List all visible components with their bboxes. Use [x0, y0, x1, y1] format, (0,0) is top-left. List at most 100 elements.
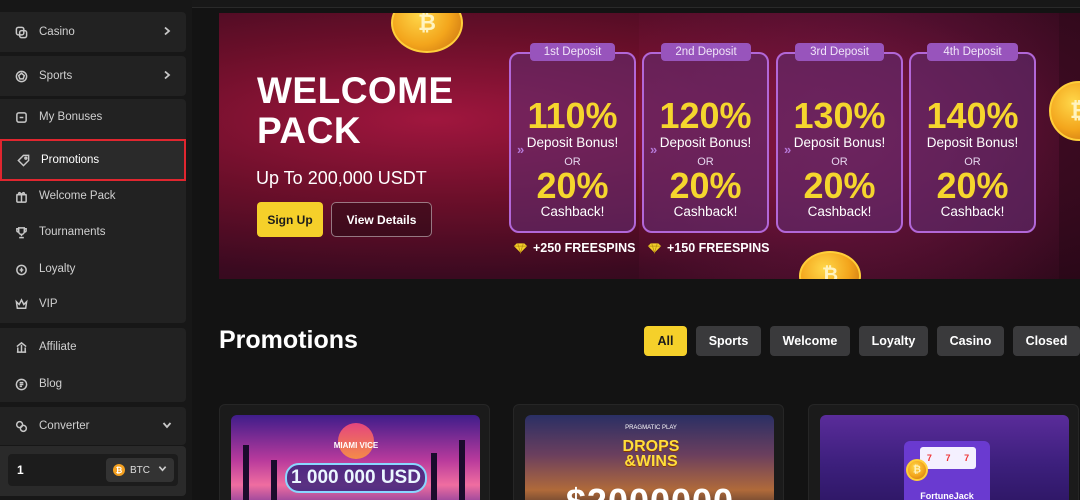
- deposit-card-2: 120% Deposit Bonus! OR 20% Cashback!: [642, 52, 769, 233]
- drops-wins-logo: DROPS &WINS: [622, 438, 680, 470]
- sidebar-item-label: Sports: [39, 70, 73, 82]
- bonus-icon: [14, 110, 28, 124]
- deposit-tab-1: 1st Deposit: [530, 43, 615, 61]
- sidebar-item-affiliate[interactable]: Affiliate: [0, 330, 186, 364]
- palm-shape: [243, 445, 249, 500]
- crown-icon: [14, 297, 28, 311]
- btc-coin-icon: ₿: [113, 464, 125, 476]
- filter-all-button[interactable]: All: [644, 326, 687, 356]
- sidebar-item-promotions[interactable]: Promotions: [0, 139, 186, 181]
- banner-subtitle: Up To 200,000 USDT: [256, 168, 427, 188]
- sidebar-item-vip[interactable]: VIP: [0, 287, 186, 321]
- sign-up-button[interactable]: Sign Up: [257, 202, 323, 237]
- promo-amount: 1 000 000 USD: [285, 463, 427, 493]
- sidebar-item-label: Affiliate: [39, 341, 77, 353]
- view-details-button[interactable]: View Details: [331, 202, 432, 237]
- tag-icon: [16, 153, 30, 167]
- freespins-label: +150 FREESPINS: [667, 241, 770, 255]
- deposit-percent: 110%: [527, 95, 618, 136]
- sidebar-item-label: My Bonuses: [39, 111, 103, 123]
- freespins-label: +250 FREESPINS: [533, 241, 636, 255]
- affiliate-icon: [14, 340, 28, 354]
- promo-image: 777 ₿ FortuneJack: [820, 415, 1069, 500]
- deposit-card-1: 110% Deposit Bonus! OR 20% Cashback!: [509, 52, 636, 233]
- blog-icon: [14, 377, 28, 391]
- palm-shape: [271, 460, 277, 500]
- casino-icon: [14, 25, 28, 39]
- cashback-percent: 20%: [803, 165, 876, 206]
- filter-closed-button[interactable]: Closed: [1013, 326, 1080, 356]
- palm-shape: [431, 453, 437, 500]
- deposit-bonus-label: Deposit Bonus!: [926, 135, 1019, 150]
- sidebar-item-tournaments[interactable]: Tournaments: [0, 215, 186, 249]
- deposit-bonus-label: Deposit Bonus!: [793, 135, 886, 150]
- sidebar-item-converter[interactable]: Converter: [0, 409, 186, 443]
- filter-welcome-button[interactable]: Welcome: [770, 326, 850, 356]
- cashback-label: Cashback!: [540, 204, 605, 219]
- loyalty-icon: [14, 262, 28, 276]
- sidebar: Casino Sports My Bonuses Promotions Welc…: [0, 0, 192, 500]
- cashback-label: Cashback!: [940, 204, 1005, 219]
- sidebar-item-loyalty[interactable]: Loyalty: [0, 252, 186, 286]
- fortunejack-logo: FortuneJack: [920, 491, 974, 500]
- chevron-right-icon: [162, 26, 172, 36]
- chevron-down-icon: [162, 420, 172, 430]
- cashback-percent: 20%: [536, 165, 609, 206]
- double-arrow-icon: »: [517, 142, 524, 157]
- sidebar-item-blog[interactable]: Blog: [0, 367, 186, 401]
- sidebar-item-casino[interactable]: Casino: [0, 15, 186, 49]
- sidebar-item-label: Blog: [39, 378, 63, 390]
- btc-coin-icon: ₿: [391, 13, 463, 53]
- currency-label: BTC: [130, 464, 150, 476]
- deposit-card-3: 130% Deposit Bonus! OR 20% Cashback!: [776, 52, 903, 233]
- gift-icon: [14, 189, 28, 203]
- filter-sports-button[interactable]: Sports: [696, 326, 761, 356]
- sidebar-item-label: Welcome Pack: [39, 190, 116, 202]
- freespins-badge-2: +150 FREESPINS: [647, 241, 769, 255]
- deposit-tab-3: 3rd Deposit: [795, 43, 884, 61]
- cashback-label: Cashback!: [673, 204, 738, 219]
- converter-icon: [14, 419, 28, 433]
- deposit-bonus-label: Deposit Bonus!: [659, 135, 752, 150]
- deposit-tab-4: 4th Deposit: [927, 43, 1018, 61]
- banner-title: WELCOME PACK: [257, 70, 454, 151]
- sidebar-item-welcome-pack[interactable]: Welcome Pack: [0, 179, 186, 213]
- deposit-card-4: 140% Deposit Bonus! OR 20% Cashback!: [909, 52, 1036, 233]
- promo-card-fortunejack[interactable]: 777 ₿ FortuneJack: [808, 404, 1079, 500]
- filter-loyalty-button[interactable]: Loyalty: [859, 326, 928, 356]
- cashback-label: Cashback!: [807, 204, 872, 219]
- pragmatic-play-logo: PRAGMATIC PLAY: [625, 425, 677, 431]
- filter-casino-button[interactable]: Casino: [937, 326, 1004, 356]
- sidebar-item-label: Tournaments: [39, 226, 106, 238]
- cashback-percent: 20%: [669, 165, 742, 206]
- double-arrow-icon: »: [784, 142, 791, 157]
- promo-card-drops-wins[interactable]: PRAGMATIC PLAY DROPS &WINS $2000000: [513, 404, 784, 500]
- promo-card-miami-vice[interactable]: MIAMI VICE 1 000 000 USD: [219, 404, 490, 500]
- converter-amount-field[interactable]: 1 ₿ BTC: [8, 454, 178, 486]
- deposit-percent: 130%: [793, 95, 886, 136]
- trophy-icon: [14, 225, 28, 239]
- promo-image: PRAGMATIC PLAY DROPS &WINS $2000000: [525, 415, 774, 500]
- miami-vice-logo: MIAMI VICE: [333, 441, 379, 450]
- freespins-badge-1: +250 FREESPINS: [513, 241, 635, 255]
- palm-shape: [459, 440, 465, 500]
- deposit-percent: 120%: [659, 95, 752, 136]
- chevron-right-icon: [162, 70, 172, 80]
- sidebar-item-my-bonuses[interactable]: My Bonuses: [0, 100, 186, 134]
- sidebar-item-label: Converter: [39, 420, 90, 432]
- promotions-title: Promotions: [219, 326, 358, 354]
- chevron-down-icon: [158, 464, 167, 476]
- welcome-banner[interactable]: ₿ ₿ ₿ WELCOME PACK Up To 200,000 USDT Si…: [219, 13, 1080, 279]
- sports-icon: [14, 69, 28, 83]
- deposit-bonus-label: Deposit Bonus!: [526, 135, 619, 150]
- sidebar-item-sports[interactable]: Sports: [0, 59, 186, 93]
- diamond-icon: [647, 243, 662, 254]
- sidebar-item-label: Loyalty: [39, 263, 76, 275]
- slot-reels: 777: [920, 447, 976, 469]
- currency-select[interactable]: ₿ BTC: [106, 458, 174, 482]
- sidebar-item-label: VIP: [39, 298, 58, 310]
- converter-amount-value: 1: [17, 463, 24, 477]
- double-arrow-icon: »: [650, 142, 657, 157]
- deposit-tab-2: 2nd Deposit: [661, 43, 751, 61]
- diamond-icon: [513, 243, 528, 254]
